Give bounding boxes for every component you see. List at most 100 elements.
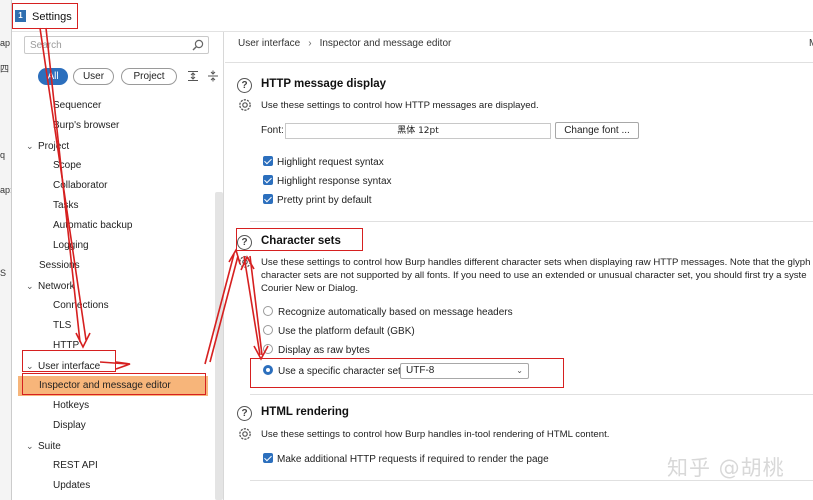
help-icon[interactable]: ?	[237, 235, 252, 250]
radio-label: Use a specific character set:	[278, 366, 404, 377]
tree-item-label: Suite	[38, 441, 61, 452]
pretty-print-checkbox[interactable]: Pretty print by default	[263, 194, 372, 207]
radio-icon[interactable]	[263, 306, 273, 316]
chevron-down-icon[interactable]: ⌄	[26, 436, 38, 456]
gear-icon[interactable]	[237, 97, 253, 113]
settings-window: 1 Settings All User Project	[12, 0, 813, 500]
help-icon[interactable]: ?	[237, 406, 252, 421]
breadcrumb-current: Inspector and message editor	[319, 38, 452, 49]
tree-item-label: Network	[38, 281, 75, 292]
radio-label: Display as raw bytes	[278, 345, 370, 356]
tree-item-label: User interface	[38, 361, 101, 372]
charset-radio-specific[interactable]: Use a specific character set:	[263, 365, 404, 378]
checkbox-checked-icon[interactable]	[263, 156, 273, 166]
divider	[250, 394, 813, 395]
chevron-down-icon: ⌄	[516, 366, 523, 375]
radio-icon[interactable]	[263, 325, 273, 335]
bg-fragment: ap:	[0, 185, 12, 195]
checkbox-checked-icon[interactable]	[263, 194, 273, 204]
tree-item-network[interactable]: ⌄ Network	[26, 276, 75, 296]
tree-item-sequencer[interactable]: Sequencer	[53, 96, 101, 116]
highlight-request-checkbox[interactable]: Highlight request syntax	[263, 156, 384, 169]
font-label: Font:	[261, 125, 284, 136]
font-display-field: 黑体 12pt	[285, 123, 551, 139]
settings-sidebar: All User Project Sequencer Burp's browse…	[12, 32, 224, 500]
breadcrumb: User interface › Inspector and message edi…	[238, 38, 451, 49]
radio-icon[interactable]	[263, 344, 273, 354]
breadcrumb-parent[interactable]: User interface	[238, 38, 300, 49]
section-description: Use these settings to control how Burp h…	[261, 429, 610, 440]
change-font-button[interactable]: Change font ...	[555, 122, 639, 139]
chevron-down-icon[interactable]: ⌄	[26, 276, 38, 296]
window-title: Settings	[32, 11, 72, 23]
bg-fragment: 四	[0, 64, 10, 74]
tree-item-label: Project	[38, 141, 70, 152]
charset-select[interactable]: UTF-8 ⌄	[400, 363, 529, 379]
tree-item-tasks[interactable]: Tasks	[53, 196, 79, 216]
section-title-character-sets: Character sets	[261, 235, 341, 247]
tree-item-project[interactable]: ⌄ Project	[26, 136, 69, 156]
divider	[225, 62, 813, 63]
checkbox-label: Pretty print by default	[277, 195, 372, 206]
tree-item-logging[interactable]: Logging	[53, 236, 89, 256]
tree-item-hotkeys[interactable]: Hotkeys	[53, 396, 89, 416]
checkbox-label: Highlight response syntax	[277, 176, 392, 187]
sidebar-scrollbar[interactable]	[215, 192, 223, 500]
radio-selected-icon[interactable]	[263, 365, 273, 375]
filter-user-button[interactable]: User	[73, 68, 114, 85]
filter-project-button[interactable]: Project	[121, 68, 177, 85]
section-title-http-message-display: HTTP message display	[261, 78, 387, 90]
bg-fragment: S	[0, 268, 7, 278]
tree-item-suite[interactable]: ⌄ Suite	[26, 436, 61, 456]
chevron-down-icon[interactable]: ⌄	[26, 136, 38, 156]
charset-radio-raw-bytes[interactable]: Display as raw bytes	[263, 344, 370, 357]
tree-item-user-interface[interactable]: ⌄ User interface	[26, 356, 100, 376]
additional-requests-checkbox[interactable]: Make additional HTTP requests if require…	[263, 453, 549, 466]
tree-item-automatic-backup[interactable]: Automatic backup	[53, 216, 133, 236]
section-description: Courier New or Dialog.	[261, 283, 359, 294]
bg-fragment: ap	[0, 38, 11, 48]
highlight-response-checkbox[interactable]: Highlight response syntax	[263, 175, 392, 188]
tree-item-display[interactable]: Display	[53, 416, 86, 436]
expand-all-icon[interactable]	[187, 70, 199, 82]
app-logo-icon: 1	[15, 10, 26, 22]
gear-icon[interactable]	[237, 254, 253, 270]
tree-item-collaborator[interactable]: Collaborator	[53, 176, 107, 196]
checkbox-checked-icon[interactable]	[263, 175, 273, 185]
tree-item-sessions[interactable]: Sessions	[39, 256, 80, 276]
tree-item-connections[interactable]: Connections	[53, 296, 109, 316]
gear-icon[interactable]	[237, 426, 253, 442]
tree-item-http[interactable]: HTTP	[53, 336, 79, 356]
charset-radio-platform-default[interactable]: Use the platform default (GBK)	[263, 325, 415, 338]
title-bar: 1 Settings	[12, 0, 813, 32]
tree-item-rest-api[interactable]: REST API	[53, 456, 98, 476]
tree-item-burps-browser[interactable]: Burp's browser	[53, 116, 119, 136]
search-input[interactable]	[25, 37, 185, 53]
search-box	[24, 36, 209, 54]
chevron-down-icon[interactable]: ⌄	[26, 356, 38, 376]
divider	[250, 221, 813, 222]
chevron-right-icon: ›	[308, 38, 312, 49]
tree-item-scope[interactable]: Scope	[53, 156, 81, 176]
checkbox-label: Highlight request syntax	[277, 157, 384, 168]
background-window-strip: ap 四 q ap: S	[0, 0, 12, 500]
radio-label: Use the platform default (GBK)	[278, 326, 415, 337]
settings-content: User interface › Inspector and message edi…	[225, 32, 813, 500]
filter-all-button[interactable]: All	[38, 68, 68, 85]
tree-item-updates[interactable]: Updates	[53, 476, 90, 496]
charset-radio-recognize[interactable]: Recognize automatically based on message…	[263, 306, 513, 319]
filter-bar: All User Project	[25, 67, 225, 87]
watermark: 知乎 @胡桃	[667, 456, 785, 480]
section-description: character sets are not supported by all …	[261, 270, 807, 281]
tree-item-inspector-and-message-editor[interactable]: Inspector and message editor	[18, 376, 208, 396]
collapse-all-icon[interactable]	[207, 70, 219, 82]
search-icon[interactable]	[192, 39, 204, 51]
section-title-html-rendering: HTML rendering	[261, 406, 349, 418]
section-description: Use these settings to control how HTTP m…	[261, 100, 539, 111]
tree-item-tls[interactable]: TLS	[53, 316, 71, 336]
help-icon[interactable]: ?	[237, 78, 252, 93]
checkbox-checked-icon[interactable]	[263, 453, 273, 463]
breadcrumb-right-text: Ma	[809, 38, 813, 49]
bg-fragment: q	[0, 150, 6, 160]
charset-select-value: UTF-8	[406, 365, 435, 376]
